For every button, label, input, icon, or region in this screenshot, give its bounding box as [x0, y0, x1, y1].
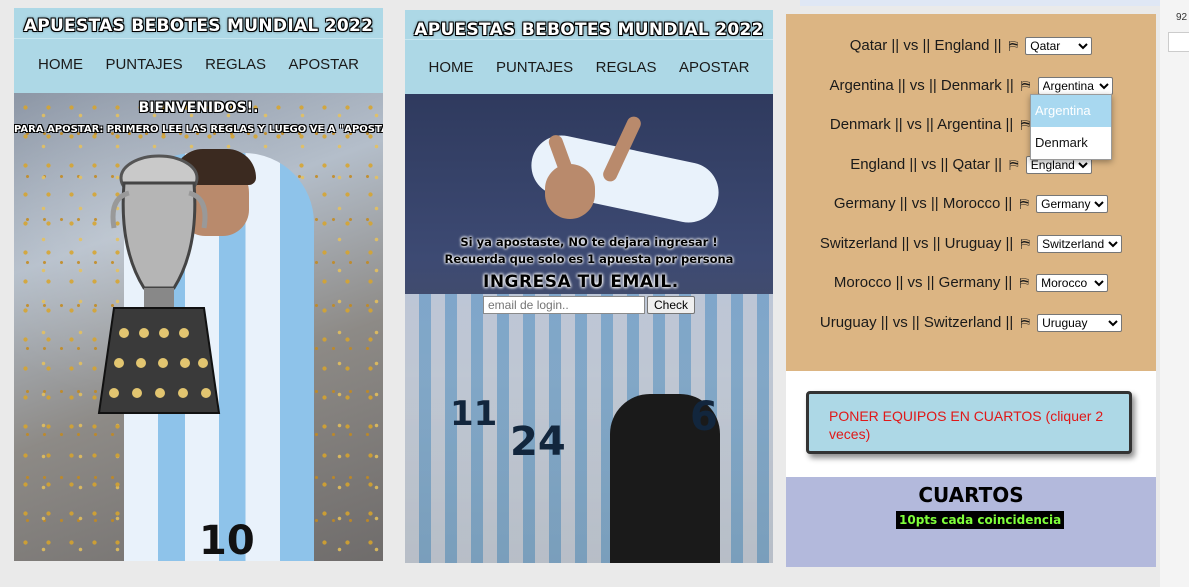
browser-side-strip	[1160, 0, 1189, 587]
jersey-number: 24	[510, 419, 566, 465]
nav-puntajes[interactable]: PUNTAJES	[105, 56, 182, 73]
winner-select[interactable]: Argentina	[1037, 77, 1113, 96]
match-label: Uruguay || vs || Switzerland ||	[819, 314, 1014, 331]
match-label: Germany || vs || Morocco ||	[833, 195, 1013, 212]
title-divider	[405, 39, 773, 40]
login-note-line-2: Recuerda que solo es 1 apuesta por perso…	[444, 252, 734, 266]
points-badge: 10pts cada coincidencia	[896, 511, 1065, 529]
winner-select[interactable]: Germany	[1036, 195, 1109, 214]
nav-home[interactable]: HOME	[428, 59, 473, 76]
dropdown-option[interactable]: Denmark	[1031, 127, 1111, 159]
site-header: APUESTAS BEBOTES MUNDIAL 2022 HOME PUNTA…	[14, 8, 383, 93]
nav-reglas[interactable]: REGLAS	[205, 56, 266, 73]
quarters-section: CUARTOS 10pts cada coincidencia	[786, 477, 1156, 567]
email-input[interactable]	[483, 296, 645, 314]
flag-icon: ⛿	[1020, 78, 1031, 93]
match-row: Qatar || vs || England || ⛿ Qatar	[786, 37, 1156, 56]
hero-image-trophy: 10 BIENVENIDOS!. PARA APOSTAR: PRIMERO L…	[14, 93, 383, 561]
flag-icon: ⛿	[1009, 157, 1019, 172]
flag-icon: ⛿	[1019, 275, 1029, 290]
zoom-readout: 92	[1176, 12, 1188, 23]
winner-select[interactable]: Switzerland	[1037, 235, 1123, 254]
nav-puntajes[interactable]: PUNTAJES	[496, 59, 573, 76]
nav-apostar[interactable]: APOSTAR	[679, 59, 750, 76]
nav-reglas[interactable]: REGLAS	[596, 59, 657, 76]
browser-top-strip	[800, 0, 1189, 6]
site-title: APUESTAS BEBOTES MUNDIAL 2022	[414, 20, 764, 40]
login-page-panel: APUESTAS BEBOTES MUNDIAL 2022 HOME PUNTA…	[405, 10, 773, 563]
instructions-text: PARA APOSTAR: PRIMERO LEE LAS REGLAS Y L…	[14, 124, 383, 135]
shirt-number: 10	[199, 518, 255, 561]
flag-icon: ⛿	[1008, 38, 1019, 53]
winner-select[interactable]: Qatar	[1025, 37, 1093, 56]
match-label: Switzerland || vs || Uruguay ||	[819, 235, 1014, 252]
main-nav: HOME PUNTAJES REGLAS APOSTAR	[405, 59, 773, 77]
match-row: Morocco || vs || Germany || ⛿ Morocco	[786, 274, 1156, 293]
flag-icon: ⛿	[1020, 315, 1030, 330]
match-label: Morocco || vs || Germany ||	[833, 274, 1013, 291]
dropdown-option-highlighted[interactable]: Argentina	[1031, 95, 1111, 127]
jersey-number: 11	[450, 394, 498, 434]
nav-home[interactable]: HOME	[38, 56, 83, 73]
match-label: Argentina || vs || Denmark ||	[829, 77, 1014, 94]
main-nav: HOME PUNTAJES REGLAS APOSTAR	[14, 56, 383, 74]
match-label: Denmark || vs || Argentina ||	[829, 116, 1014, 133]
site-title: APUESTAS BEBOTES MUNDIAL 2022	[23, 16, 374, 36]
open-dropdown-list: Argentina Denmark	[1030, 94, 1112, 160]
jersey-number: 6	[690, 394, 718, 440]
welcome-heading: BIENVENIDOS!.	[138, 100, 259, 116]
flag-icon: ⛿	[1020, 236, 1030, 251]
trophy-icon	[97, 154, 221, 414]
login-note: Si ya apostaste, NO te dejara ingresar !…	[405, 234, 773, 268]
login-note-line-1: Si ya apostaste, NO te dejara ingresar !	[460, 235, 718, 249]
set-quarterfinal-teams-button[interactable]: PONER EQUIPOS EN CUARTOS (cliquer 2 vece…	[806, 391, 1132, 454]
home-page-panel: APUESTAS BEBOTES MUNDIAL 2022 HOME PUNTA…	[14, 8, 383, 561]
match-label: England || vs || Qatar ||	[850, 156, 1002, 173]
login-form: Check	[483, 296, 696, 314]
winner-select[interactable]: Uruguay	[1037, 314, 1123, 333]
nav-apostar[interactable]: APOSTAR	[288, 56, 359, 73]
match-row: Germany || vs || Morocco || ⛿ Germany	[786, 195, 1156, 214]
login-heading: INGRESA TU EMAIL.	[483, 272, 679, 292]
site-header: APUESTAS BEBOTES MUNDIAL 2022 HOME PUNTA…	[405, 10, 773, 94]
hero-image-celebration: 11 24 6 Si ya apostaste, NO te dejara in…	[405, 94, 773, 563]
title-divider	[14, 38, 383, 39]
match-row: Switzerland || vs || Uruguay || ⛿ Switze…	[786, 235, 1156, 254]
flag-icon: ⛿	[1019, 196, 1029, 211]
check-button[interactable]: Check	[647, 296, 696, 314]
match-row: Argentina || vs || Denmark || ⛿ Argentin…	[786, 77, 1156, 96]
match-label: Qatar || vs || England ||	[849, 37, 1002, 54]
bets-page-panel: Qatar || vs || England || ⛿ Qatar Argent…	[786, 14, 1156, 567]
flag-icon: ⛿	[1020, 117, 1030, 132]
match-row: Uruguay || vs || Switzerland || ⛿ Urugua…	[786, 314, 1156, 333]
side-control[interactable]	[1168, 32, 1189, 52]
quarters-title: CUARTOS	[918, 483, 1024, 507]
winner-select[interactable]: Morocco	[1036, 274, 1109, 293]
